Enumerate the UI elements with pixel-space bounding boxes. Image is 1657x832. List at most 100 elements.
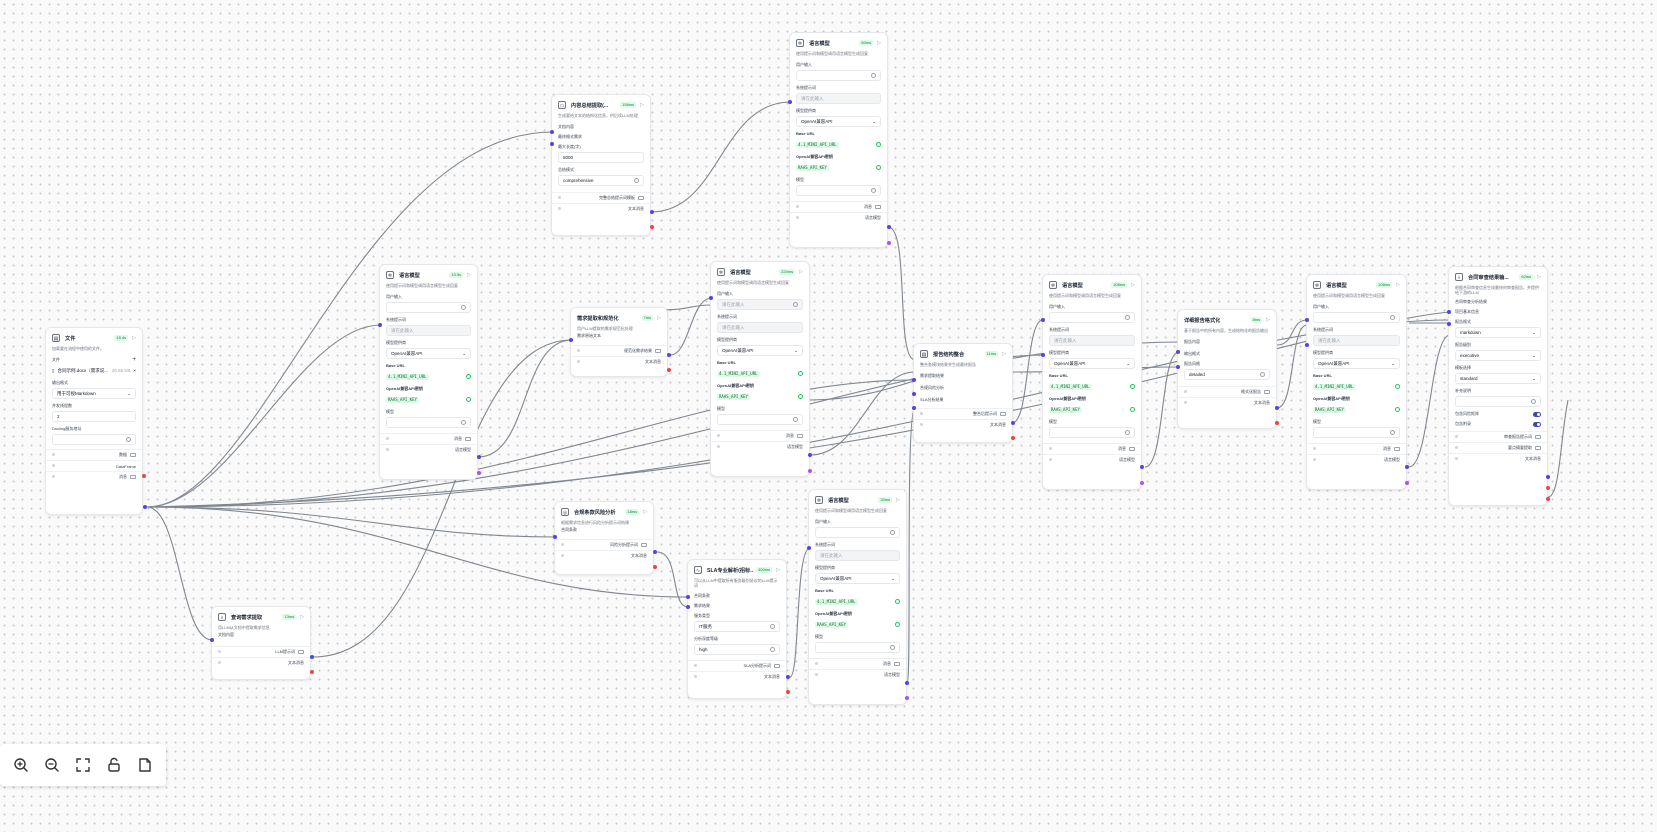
globe-icon[interactable]: [798, 371, 803, 376]
system-prompt-field[interactable]: 请在此输入: [1049, 335, 1135, 346]
output-port[interactable]: [310, 670, 314, 674]
output-port[interactable]: [650, 210, 654, 214]
output-port[interactable]: [1275, 406, 1279, 410]
output-port[interactable]: [477, 471, 481, 475]
output-port[interactable]: [1011, 436, 1015, 440]
output-port[interactable]: [653, 550, 657, 554]
globe-icon[interactable]: [466, 397, 471, 402]
output-port[interactable]: [887, 241, 891, 245]
run-icon[interactable]: ▷: [877, 40, 881, 46]
output-port[interactable]: [1405, 465, 1409, 469]
model-field[interactable]: [717, 414, 803, 425]
run-icon[interactable]: ▷: [1266, 317, 1270, 323]
run-icon[interactable]: ▷: [896, 497, 900, 503]
node-file[interactable]: ▤ 文件 15.4s ▷ 加载要在流程中使用的文件。 文件 + ▯ 合同示例.d…: [45, 327, 143, 515]
input-port[interactable]: [553, 535, 557, 539]
user-input-field[interactable]: [815, 527, 900, 538]
globe-icon[interactable]: [1395, 407, 1400, 412]
input-port[interactable]: [1447, 310, 1451, 314]
provider-select[interactable]: OpenAI兼容API ⌄: [796, 116, 881, 127]
input-port[interactable]: [1305, 343, 1309, 347]
base-url-field[interactable]: 4.1_MINI_API_URL: [796, 139, 881, 150]
globe-icon[interactable]: [1130, 384, 1135, 389]
input-port[interactable]: [550, 142, 554, 146]
run-icon[interactable]: ▷: [643, 509, 647, 515]
summary-mode-field[interactable]: comprehensive: [558, 175, 644, 186]
concurrency-input[interactable]: 2: [52, 411, 136, 422]
output-port[interactable]: [1140, 481, 1144, 485]
output-port[interactable]: [905, 696, 909, 700]
input-port[interactable]: [709, 296, 713, 300]
globe-icon[interactable]: [876, 165, 881, 170]
output-port[interactable]: [1405, 481, 1409, 485]
output-port[interactable]: [1140, 465, 1144, 469]
node-llm-5[interactable]: ✲ 语言模型 108ms ▷ 使用提示词和模型调用语言模型生成回复 用户输入 系…: [1042, 274, 1142, 490]
run-icon[interactable]: ▷: [300, 614, 304, 620]
provider-select[interactable]: OpenAI兼容API ⌄: [717, 345, 803, 356]
extra-note-field[interactable]: [1455, 396, 1541, 407]
base-url-field[interactable]: 4.1_MINI_API_URL: [815, 596, 900, 607]
input-port[interactable]: [788, 100, 792, 104]
max-length-input[interactable]: 5000: [558, 152, 644, 163]
input-port[interactable]: [912, 378, 916, 382]
node-llm-2[interactable]: ✲ 语言模型 60ms ▷ 使用提示词和模型调用语言模型生成回复 用户输入 系统…: [789, 32, 888, 248]
input-port[interactable]: [1041, 353, 1045, 357]
node-risk-analysis[interactable]: ◎ 合规条款风险分析 18ms ▷ 根据需求信息进行风险分析提示词构建 合同条款…: [554, 501, 654, 575]
input-port[interactable]: [1447, 322, 1451, 326]
system-prompt-field[interactable]: 请在此输入: [796, 93, 881, 104]
run-icon[interactable]: ▷: [776, 567, 780, 573]
provider-select[interactable]: OpenAI兼容API ⌄: [386, 348, 471, 359]
output-port[interactable]: [1011, 421, 1015, 425]
appendix-toggle[interactable]: [1533, 421, 1541, 427]
input-port[interactable]: [912, 406, 916, 410]
output-port[interactable]: [808, 469, 812, 473]
fit-view-button[interactable]: [72, 754, 94, 776]
close-icon[interactable]: ×: [133, 368, 136, 373]
input-port[interactable]: [1176, 365, 1180, 369]
system-prompt-field[interactable]: 请在此输入: [1313, 335, 1400, 346]
run-icon[interactable]: ▷: [1131, 282, 1135, 288]
depth-level-field[interactable]: high: [694, 644, 780, 655]
node-llm-4[interactable]: ✲ 语言模型 30ms ▷ 使用提示词和模型调用语言模型生成回复 用户输入 系统…: [808, 489, 907, 705]
globe-icon[interactable]: [1130, 407, 1135, 412]
system-prompt-field[interactable]: 请在此输入: [815, 550, 900, 561]
output-port[interactable]: [142, 474, 146, 478]
output-port[interactable]: [653, 565, 657, 569]
node-report-format[interactable]: 详细报告格式化 8ms ▷ 基于报告中的所有内容，生成结构化的报告输出 报告内容…: [1177, 309, 1277, 429]
base-url-field[interactable]: 4.1_MINI_API_URL: [717, 368, 803, 379]
input-port[interactable]: [210, 638, 214, 642]
globe-icon[interactable]: [895, 599, 900, 604]
globe-icon[interactable]: [466, 374, 471, 379]
model-field[interactable]: [1049, 427, 1135, 438]
input-port[interactable]: [569, 338, 573, 342]
output-port[interactable]: [1275, 421, 1279, 425]
user-input-field[interactable]: [1049, 312, 1135, 323]
input-port[interactable]: [378, 323, 382, 327]
output-port[interactable]: [310, 655, 314, 659]
output-port[interactable]: [808, 453, 812, 457]
input-port[interactable]: [1305, 318, 1309, 322]
output-port[interactable]: [786, 675, 790, 679]
file-item[interactable]: ▯ 合同示例.docx（需求说... 20.55 KB ×: [52, 365, 136, 376]
node-llm-3[interactable]: ✲ 语言模型 220ms ▷ 使用提示词和模型调用语言模型生成回复 用户输入 请在…: [710, 261, 810, 477]
node-llm-6[interactable]: ✲ 语言模型 108ms ▷ 使用提示词和模型调用语言模型生成回复 用户输入 系…: [1306, 274, 1407, 490]
zoom-out-button[interactable]: [41, 754, 63, 776]
run-icon[interactable]: ▷: [467, 272, 471, 278]
globe-icon[interactable]: [798, 394, 803, 399]
node-contract-review-output[interactable]: ⌕ 合同审查结果输... 62ms ▷ 根据合同审查信息生成最终的审查报告，并提…: [1448, 266, 1548, 506]
run-icon[interactable]: ▷: [1537, 274, 1541, 280]
output-port[interactable]: [667, 353, 671, 357]
model-field[interactable]: [815, 642, 900, 653]
input-port[interactable]: [807, 546, 811, 550]
api-key-field[interactable]: RAAS_API_KEY: [1049, 404, 1135, 415]
globe-icon[interactable]: [1395, 384, 1400, 389]
model-field[interactable]: [1313, 427, 1400, 438]
provider-select[interactable]: OpenAI兼容API ⌄: [815, 573, 900, 584]
base-url-field[interactable]: 4.1_MINI_API_URL: [1313, 381, 1400, 392]
run-icon[interactable]: ▷: [799, 269, 803, 275]
user-input-field[interactable]: [796, 70, 881, 81]
service-type-field[interactable]: IT服务: [694, 621, 780, 632]
run-icon[interactable]: ▷: [1002, 351, 1006, 357]
globe-icon[interactable]: [895, 622, 900, 627]
model-field[interactable]: [386, 417, 471, 428]
